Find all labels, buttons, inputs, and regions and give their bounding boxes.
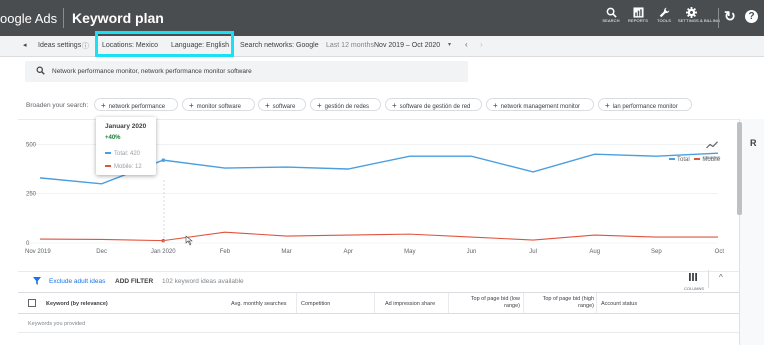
exclude-adult-ideas[interactable]: Exclude adult ideas <box>49 278 105 285</box>
tooltip-mobile: Mobile: 12 <box>105 164 142 170</box>
x-tick-label: Jan 2020 <box>151 249 176 255</box>
column-divider <box>448 293 449 313</box>
column-divider <box>523 293 524 313</box>
x-tick-label: Jun <box>467 249 477 255</box>
section-label: Keywords you provided <box>28 321 86 327</box>
col-competition[interactable]: Competition <box>301 301 330 307</box>
series-line-mobile <box>39 231 718 242</box>
y-tick-label: 250 <box>26 192 37 198</box>
add-filter-button[interactable]: ADD FILTER <box>115 278 153 285</box>
toolbar-divider <box>708 270 709 288</box>
x-tick-label: Oct <box>715 249 725 255</box>
x-tick-label: Dec <box>96 249 107 255</box>
x-tick-label: Feb <box>220 249 231 255</box>
col-impression-share[interactable]: Ad impression share <box>385 301 435 307</box>
data-point-mobile[interactable] <box>161 238 166 243</box>
col-bid-high[interactable]: Top of page bid (high range) <box>528 296 594 310</box>
col-account-status[interactable]: Account status <box>601 301 637 307</box>
columns-icon <box>689 273 697 281</box>
column-divider <box>296 293 297 313</box>
row-divider <box>18 332 739 333</box>
select-all-checkbox[interactable] <box>28 299 36 307</box>
data-point-total[interactable] <box>161 158 166 162</box>
legend-total-swatch <box>669 158 675 161</box>
y-tick-label: 0 <box>26 241 30 247</box>
y-tick-label: 500 <box>26 142 37 148</box>
columns-button[interactable]: COLUMNS <box>684 268 705 291</box>
column-divider <box>374 293 375 313</box>
data-tooltip: January 2020 +40% Total: 420 Mobile: 12 <box>96 117 156 175</box>
legend-total[interactable]: Total <box>677 157 690 163</box>
columns-label: COLUMNS <box>684 286 705 291</box>
legend-mobile[interactable]: Mobile <box>702 157 720 163</box>
tooltip-change: +40% <box>105 135 121 141</box>
chart-legend: Total Mobile <box>669 157 720 163</box>
x-tick-label: May <box>404 249 415 255</box>
x-tick-label: Apr <box>344 249 353 255</box>
keyword-filter-bar: Exclude adult ideas ADD FILTER 102 keywo… <box>18 271 739 291</box>
col-bid-low[interactable]: Top of page bid (low range) <box>456 296 520 310</box>
legend-mobile-swatch <box>694 158 701 161</box>
col-avg-searches[interactable]: Avg. monthly searches <box>231 301 287 307</box>
collapse-icon[interactable]: ^ <box>719 273 723 282</box>
trend-line-icon <box>706 141 718 149</box>
x-tick-label: Aug <box>589 249 600 255</box>
x-tick-label: Nov 2019 <box>25 249 51 255</box>
sort-down-icon: ↓ <box>46 301 49 307</box>
x-tick-label: Sep <box>651 249 662 255</box>
keyword-table-header: Keyword (by relevance) ↓ Avg. monthly se… <box>18 292 739 314</box>
tooltip-title: January 2020 <box>105 123 147 130</box>
tooltip-total: Total: 420 <box>105 151 140 157</box>
x-tick-label: Jul <box>529 249 537 255</box>
x-tick-label: Mar <box>281 249 291 255</box>
filter-icon[interactable] <box>33 277 41 285</box>
column-divider <box>596 293 597 313</box>
ideas-count: 102 keyword ideas available <box>162 278 244 285</box>
